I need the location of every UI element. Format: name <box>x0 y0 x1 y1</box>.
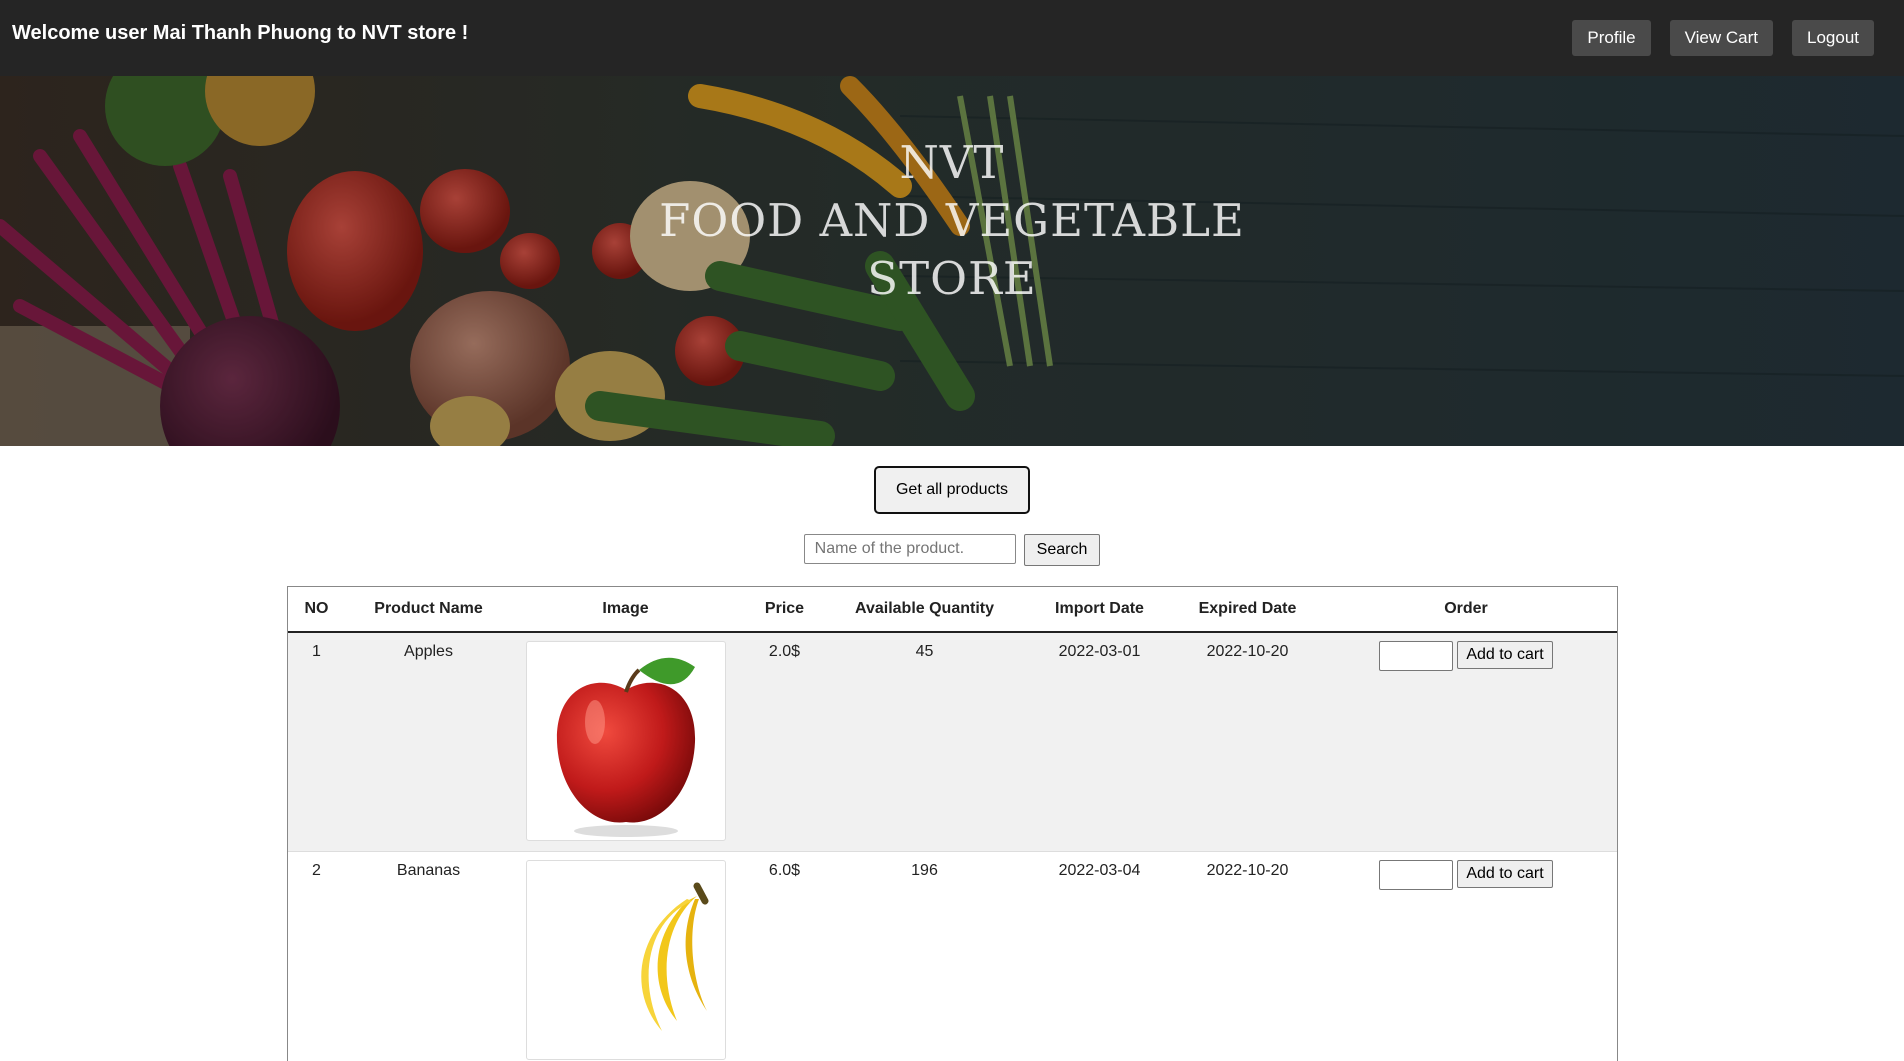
hero-banner: NVT FOOD AND VEGETABLE STORE <box>0 76 1904 446</box>
cell-image <box>512 852 740 1061</box>
hero-title-line3: STORE <box>0 250 1904 308</box>
search-button[interactable]: Search <box>1024 534 1101 566</box>
table-row: 2 Bananas 6.0$ 196 2022-03-04 2022 <box>288 852 1617 1061</box>
table-row: 1 Apples <box>288 632 1617 852</box>
hero-title: NVT FOOD AND VEGETABLE STORE <box>0 134 1904 308</box>
view-cart-button[interactable]: View Cart <box>1670 20 1773 56</box>
cell-quantity: 45 <box>830 632 1020 852</box>
search-bar: Search <box>0 534 1904 566</box>
cell-order: Add to cart <box>1316 852 1617 1061</box>
cell-product-name: Apples <box>346 632 512 852</box>
cell-expired-date: 2022-10-20 <box>1180 632 1316 852</box>
header-price: Price <box>740 587 830 632</box>
cell-price: 2.0$ <box>740 632 830 852</box>
add-to-cart-button[interactable]: Add to cart <box>1457 860 1552 888</box>
cell-quantity: 196 <box>830 852 1020 1061</box>
cell-no: 2 <box>288 852 346 1061</box>
profile-button[interactable]: Profile <box>1572 20 1650 56</box>
search-input[interactable] <box>804 534 1016 564</box>
header-product-name: Product Name <box>346 587 512 632</box>
header-image: Image <box>512 587 740 632</box>
cell-import-date: 2022-03-01 <box>1020 632 1180 852</box>
cell-import-date: 2022-03-04 <box>1020 852 1180 1061</box>
cell-image <box>512 632 740 852</box>
quantity-input[interactable] <box>1379 860 1453 890</box>
quantity-input[interactable] <box>1379 641 1453 671</box>
top-navbar: Welcome user Mai Thanh Phuong to NVT sto… <box>0 0 1904 76</box>
header-no: NO <box>288 587 346 632</box>
cell-expired-date: 2022-10-20 <box>1180 852 1316 1061</box>
order-controls: Add to cart <box>1317 860 1616 890</box>
header-available-quantity: Available Quantity <box>830 587 1020 632</box>
hero-title-line1: NVT <box>0 134 1904 192</box>
banana-image <box>526 860 726 1060</box>
order-controls: Add to cart <box>1317 641 1616 671</box>
header-import-date: Import Date <box>1020 587 1180 632</box>
product-controls: Get all products Search <box>0 446 1904 566</box>
table-header-row: NO Product Name Image Price Available Qu… <box>288 587 1617 632</box>
welcome-message: Welcome user Mai Thanh Phuong to NVT sto… <box>12 22 468 45</box>
cell-order: Add to cart <box>1316 632 1617 852</box>
hero-title-line2: FOOD AND VEGETABLE <box>0 192 1904 250</box>
get-all-products-button[interactable]: Get all products <box>874 466 1030 514</box>
cell-product-name: Bananas <box>346 852 512 1061</box>
products-table: NO Product Name Image Price Available Qu… <box>288 587 1617 1061</box>
add-to-cart-button[interactable]: Add to cart <box>1457 641 1552 669</box>
header-expired-date: Expired Date <box>1180 587 1316 632</box>
cell-price: 6.0$ <box>740 852 830 1061</box>
apple-image <box>526 641 726 841</box>
cell-no: 1 <box>288 632 346 852</box>
nav-buttons: Profile View Cart Logout <box>1572 20 1874 56</box>
header-order: Order <box>1316 587 1617 632</box>
products-table-container: NO Product Name Image Price Available Qu… <box>287 586 1618 1061</box>
logout-button[interactable]: Logout <box>1792 20 1874 56</box>
